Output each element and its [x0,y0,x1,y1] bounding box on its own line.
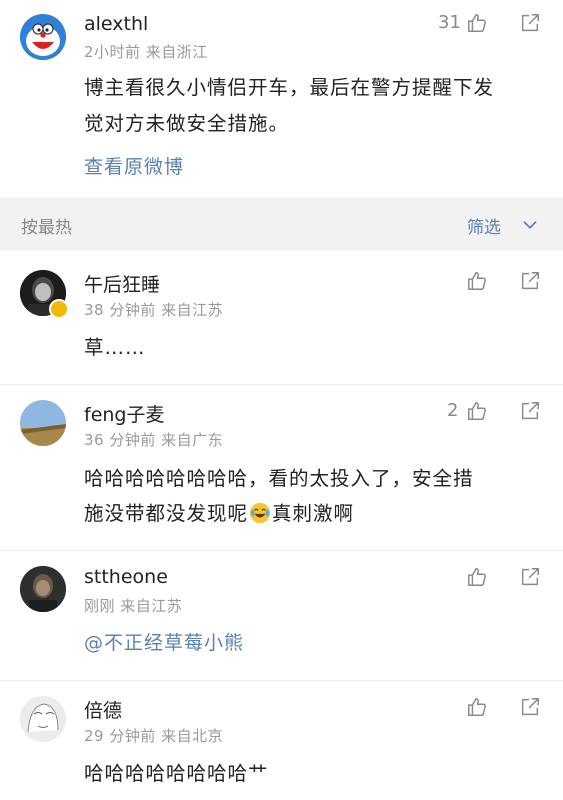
comment-author-name[interactable]: sttheone [84,566,168,588]
original-post-card: alexthl 2小时前 来自浙江 31 博主看很久小情侣开车，最后在警方提醒下… [0,0,563,198]
comment-author-name[interactable]: feng子麦 [84,400,164,427]
thumbs-up-icon[interactable] [466,696,488,718]
avatar[interactable] [20,696,66,742]
mention-link[interactable]: @不正经草莓小熊 [84,628,244,655]
comment-like-count: 2 [447,400,459,421]
comment-text-line-1: 哈哈哈哈哈哈哈哈，看的太投入了，安全措 [84,467,474,490]
share-icon[interactable] [519,696,541,718]
sort-hot-button[interactable]: 按最热 [21,213,72,238]
filter-button[interactable]: 筛选 [467,213,501,238]
verified-badge-icon [49,299,69,319]
comment-meta: 38 分钟前 来自江苏 [84,301,224,319]
post-like-count: 31 [438,12,461,33]
divider [0,680,563,681]
avatar[interactable] [20,14,66,60]
comment-author-name[interactable]: 午后狂睡 [84,270,160,297]
avatar[interactable] [20,400,66,446]
avatar[interactable] [20,566,66,612]
share-icon[interactable] [519,270,541,292]
comment-meta: 刚刚 来自江苏 [84,597,183,615]
thumbs-up-icon[interactable] [466,270,488,292]
chevron-down-icon[interactable] [519,214,539,234]
comment-text-line-2: 施没带都没发现呢 真刺激啊 [84,496,354,531]
post-text-line-2: 觉对方未做安全措施。 [84,112,290,135]
comment-text-segment: 施没带都没发现呢 [84,502,249,525]
comment-meta: 29 分钟前 来自北京 [84,727,224,745]
divider [0,384,563,385]
comment-meta: 36 分钟前 来自广东 [84,431,224,449]
comment-text: 哈哈哈哈哈哈哈哈艹 [84,762,269,785]
share-icon[interactable] [519,566,541,588]
divider [0,550,563,551]
thumbs-up-icon[interactable] [466,400,488,422]
share-icon[interactable] [519,12,541,34]
thumbs-up-icon[interactable] [466,12,488,34]
thumbs-up-icon[interactable] [466,566,488,588]
comment-text: 草…… [84,336,146,359]
post-author-name[interactable]: alexthl [84,13,148,35]
post-meta: 2小时前 来自浙江 [84,43,208,61]
comment-author-name[interactable]: 倍德 [84,696,122,723]
crying-laughing-emoji [249,500,271,524]
post-text-line-1: 博主看很久小情侣开车，最后在警方提醒下发 [84,76,495,99]
comment-text-segment: 真刺激啊 [272,502,355,525]
view-original-link[interactable]: 查看原微博 [84,152,184,179]
share-icon[interactable] [519,400,541,422]
